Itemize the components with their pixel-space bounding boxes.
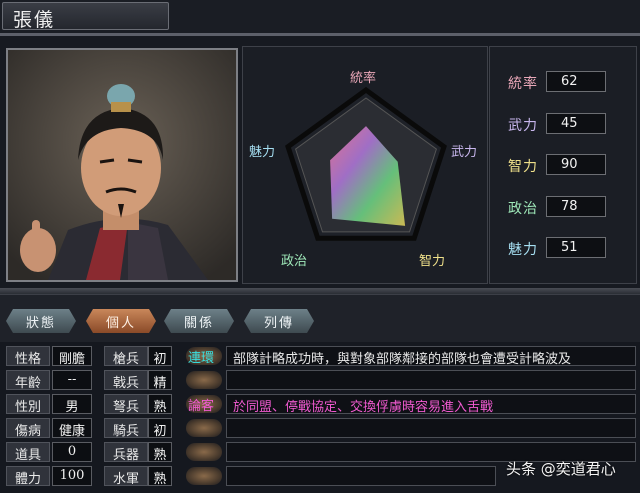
tab-biography[interactable]: 列傳 — [244, 309, 314, 333]
info-label: 年齡 — [6, 370, 50, 391]
watermark: 头条 @奕道君心 — [506, 460, 616, 478]
officer-name: 張儀 — [13, 9, 56, 31]
info-label: 體力 — [6, 466, 50, 487]
stat-row-leadership: 統率 62 — [490, 70, 638, 94]
radar-label-top: 統率 — [350, 71, 377, 86]
stat-value: 90 — [546, 154, 606, 175]
stat-label: 魅力 — [508, 242, 538, 258]
radar-label-bottom-right: 智力 — [419, 254, 446, 269]
troop-value: 初 — [148, 346, 172, 367]
skill-desc: 於同盟、停戰協定、交換俘虜時容易進入舌戰 — [226, 394, 636, 414]
skill-desc — [226, 466, 496, 486]
stat-row-war: 武力 45 — [490, 112, 638, 136]
tab-bar: 狀態 個人 關係 列傳 — [0, 294, 640, 342]
radar-label-left: 魅力 — [249, 145, 276, 160]
info-value: 男 — [52, 394, 92, 415]
stat-label: 武力 — [508, 118, 538, 134]
skill-icon — [186, 371, 222, 389]
skill-desc — [226, 370, 636, 390]
troop-label: 戟兵 — [104, 370, 148, 391]
info-label: 性格 — [6, 346, 50, 367]
radar-label-right: 武力 — [451, 145, 478, 160]
skill-icon — [186, 443, 222, 461]
skill-icon — [186, 419, 222, 437]
info-value: 0 — [52, 442, 92, 462]
info-value: 剛膽 — [52, 346, 92, 367]
stat-value: 51 — [546, 237, 606, 258]
troop-value: 熟 — [148, 466, 172, 487]
stat-label: 智力 — [508, 159, 538, 175]
skill-name: 論客 — [188, 399, 215, 414]
stat-label: 統率 — [508, 76, 538, 92]
troop-value: 初 — [148, 418, 172, 439]
stat-row-politics: 政治 78 — [490, 195, 638, 219]
skill-desc — [226, 418, 636, 438]
info-value: -- — [52, 370, 92, 390]
stats-panel: 統率 62 武力 45 智力 90 政治 78 魅力 51 — [489, 46, 637, 284]
portrait — [6, 48, 238, 282]
tab-status[interactable]: 狀態 — [6, 309, 76, 333]
troop-label: 水軍 — [104, 466, 148, 487]
troop-label: 槍兵 — [104, 346, 148, 367]
troop-label: 兵器 — [104, 442, 148, 463]
tab-personal[interactable]: 個人 — [86, 309, 156, 333]
stat-value: 78 — [546, 196, 606, 217]
troop-label: 騎兵 — [104, 418, 148, 439]
stat-row-intelligence: 智力 90 — [490, 153, 638, 177]
title-bar: 張儀 — [2, 2, 169, 31]
info-value: 健康 — [52, 418, 92, 439]
troop-label: 弩兵 — [104, 394, 148, 415]
info-label: 道具 — [6, 442, 50, 463]
stat-value: 45 — [546, 113, 606, 134]
stat-label: 政治 — [508, 201, 538, 217]
radar-label-bottom-left: 政治 — [281, 254, 308, 269]
tab-relations[interactable]: 關係 — [164, 309, 234, 333]
portrait-image — [8, 50, 236, 280]
troop-value: 熟 — [148, 394, 172, 415]
skill-name: 連環 — [188, 351, 215, 366]
info-label: 性別 — [6, 394, 50, 415]
skill-desc: 部隊計略成功時，與對象部隊鄰接的部隊也會遭受計略波及 — [226, 346, 636, 366]
troop-value: 熟 — [148, 442, 172, 463]
radar-chart: 統率 武力 智力 政治 魅力 — [242, 46, 488, 284]
stat-row-charisma: 魅力 51 — [490, 236, 638, 260]
troop-value: 精 — [148, 370, 172, 391]
info-value: 100 — [52, 466, 92, 486]
info-label: 傷病 — [6, 418, 50, 439]
stat-value: 62 — [546, 71, 606, 92]
skill-icon — [186, 467, 222, 485]
